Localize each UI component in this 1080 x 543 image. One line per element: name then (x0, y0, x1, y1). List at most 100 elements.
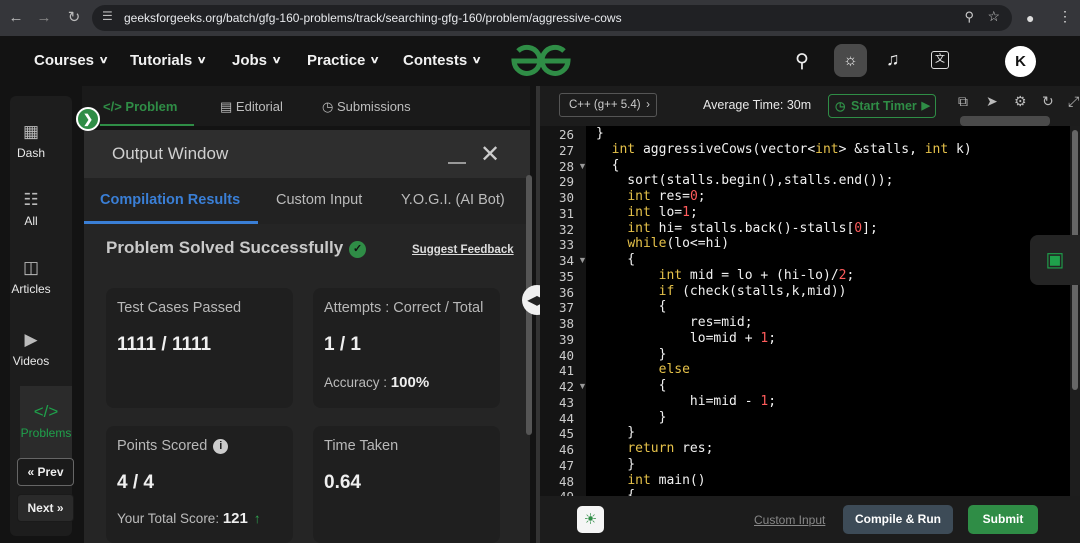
profile-icon[interactable]: ● (1026, 10, 1034, 26)
line-number: 35 (558, 269, 574, 284)
average-time: Average Time: 30m (703, 98, 812, 112)
search-icon[interactable]: ⚲ (795, 50, 809, 73)
chevron-down-icon: ∨ (271, 55, 282, 66)
translate-icon[interactable]: 文 (931, 51, 949, 69)
line-number: 45 (558, 426, 574, 441)
line-number: 28 (558, 159, 574, 174)
chevron-right-icon[interactable]: ❯ (76, 107, 100, 131)
accuracy: Accuracy : 100% (324, 374, 430, 391)
total-score: Your Total Score: 121 ↑ (117, 510, 261, 527)
sidebar-item-dash[interactable]: ▦ Dash (0, 122, 62, 160)
url-text: geeksforgeeks.org/batch/gfg-160-problems… (124, 11, 622, 25)
next-button[interactable]: Next » (17, 494, 74, 522)
line-number: 26 (558, 127, 574, 142)
code-editor[interactable]: 26 27 28 29 30 31 32 33 34 35 36 37 38 3… (540, 126, 1070, 496)
nav-practice[interactable]: Practice ∨ (307, 52, 380, 69)
code-line: while(lo<=hi) (627, 236, 730, 251)
zoom-icon[interactable]: ⚲ (964, 9, 974, 25)
arrow-up-icon: ↑ (253, 511, 261, 526)
gfg-logo-icon[interactable] (510, 44, 572, 78)
chat-icon[interactable]: ▣ (1030, 235, 1080, 285)
avatar[interactable]: K (1005, 46, 1036, 77)
close-icon[interactable]: ✕ (480, 140, 500, 169)
code-line: } (596, 457, 636, 472)
problem-tabs: </> Problem ▤ Editorial ◷ Submissions (82, 86, 530, 126)
play-icon: ▶ (921, 100, 930, 112)
custom-input-link[interactable]: Custom Input (754, 513, 825, 527)
code-line: else (658, 362, 690, 377)
code-line: int aggressiveCows(vector<int> &stalls, … (611, 142, 972, 157)
site-info-icon[interactable]: ☰ (102, 9, 113, 23)
info-icon[interactable]: i (213, 439, 229, 454)
code-line: int lo=1; (627, 205, 698, 220)
line-number: 49 (546, 489, 574, 496)
line-number: 37 (558, 300, 574, 315)
output-window: Output Window ✕ Compilation Results Cust… (84, 130, 530, 543)
sidebar-item-problems[interactable]: </> Problems (20, 386, 72, 458)
code-line: return res; (627, 441, 714, 456)
submit-button[interactable]: Submit (968, 505, 1038, 534)
minimize-icon[interactable] (448, 162, 466, 164)
line-number: 38 (558, 316, 574, 331)
test-cases-card: Test Cases Passed 1111 / 1111 (106, 288, 293, 408)
expand-icon[interactable]: ⤢ (1068, 93, 1079, 110)
line-gutter: 26 27 28 29 30 31 32 33 34 35 36 37 38 3… (540, 126, 587, 496)
compile-run-button[interactable]: Compile & Run (843, 505, 953, 534)
export-icon[interactable]: ➤ (986, 93, 998, 110)
tab-yogi-ai-bot[interactable]: Y.O.G.I. (AI Bot) (401, 192, 505, 208)
tab-submissions[interactable]: ◷ Submissions (322, 99, 411, 115)
back-icon[interactable]: ← (2, 9, 30, 26)
tab-editorial[interactable]: ▤ Editorial (220, 99, 283, 115)
result-tabs: Compilation Results Custom Input Y.O.G.I… (84, 178, 530, 224)
line-number: 29 (558, 174, 574, 189)
test-cases-label: Test Cases Passed (117, 300, 242, 316)
copy-icon[interactable]: ⧉ (958, 93, 968, 110)
reset-icon[interactable]: ↻ (1042, 93, 1054, 110)
line-number: 30 (558, 190, 574, 205)
tab-custom-input[interactable]: Custom Input (276, 192, 362, 208)
suggest-feedback-link[interactable]: Suggest Feedback (412, 244, 514, 256)
forward-icon[interactable]: → (30, 9, 58, 26)
kebab-menu-icon[interactable]: ⋮ (1058, 8, 1072, 25)
code-line: sort(stalls.begin(),stalls.end()); (596, 173, 894, 188)
line-number: 46 (558, 442, 574, 457)
editor-hscrollbar[interactable] (960, 116, 1050, 126)
code-line: int res=0; (627, 189, 706, 204)
theme-toggle-icon[interactable]: ☼ (834, 44, 867, 77)
bookmark-star-icon[interactable]: ☆ (987, 8, 1000, 25)
nav-contests[interactable]: Contests ∨ (403, 52, 482, 69)
sidebar-item-articles[interactable]: ◫ Articles (0, 258, 62, 296)
check-circle-icon: ✓ (349, 241, 367, 258)
settings-icon[interactable]: ⚙ (1014, 93, 1027, 110)
code-line: { (596, 158, 620, 173)
start-timer-button[interactable]: ◷ Start Timer ▶ (828, 94, 936, 118)
code-line: } (596, 126, 604, 141)
prev-button[interactable]: « Prev (17, 458, 74, 486)
code-line: } (596, 410, 667, 425)
lightbulb-icon[interactable]: ☀ (577, 506, 604, 533)
nav-courses[interactable]: Courses ∨ (34, 52, 109, 69)
line-number: 27 (558, 143, 574, 158)
language-select[interactable]: C++ (g++ 5.4) › (559, 93, 657, 117)
code-line: } (596, 425, 636, 440)
line-number: 44 (558, 411, 574, 426)
line-number: 47 (558, 458, 574, 473)
tab-compilation-results[interactable]: Compilation Results (100, 192, 240, 208)
attempts-card: Attempts : Correct / Total 1 / 1 Accurac… (313, 288, 500, 408)
code-line: { (596, 299, 667, 314)
nav-tutorials[interactable]: Tutorials ∨ (130, 52, 207, 69)
code-line: if (check(stalls,k,mid)) (658, 284, 847, 299)
test-cases-value: 1111 / 1111 (117, 334, 212, 355)
sidebar-item-videos[interactable]: ▶ Videos (0, 330, 62, 368)
code-line: int hi= stalls.back()-stalls[0]; (627, 221, 878, 236)
code-area[interactable]: } int aggressiveCows(vector<int> &stalls… (586, 126, 1070, 496)
bell-icon[interactable]: ♫ (886, 49, 900, 70)
reload-icon[interactable]: ↻ (60, 8, 88, 26)
status-message: Problem Solved Successfully ✓ (106, 238, 367, 258)
line-number: 31 (558, 206, 574, 221)
tab-problem[interactable]: </> Problem (103, 99, 177, 114)
code-line: int mid = lo + (hi-lo)/2; (658, 268, 855, 283)
sidebar-item-all[interactable]: ☷ All (0, 190, 62, 228)
address-bar[interactable]: ☰ geeksforgeeks.org/batch/gfg-160-proble… (92, 5, 1012, 31)
nav-jobs[interactable]: Jobs ∨ (232, 52, 282, 69)
